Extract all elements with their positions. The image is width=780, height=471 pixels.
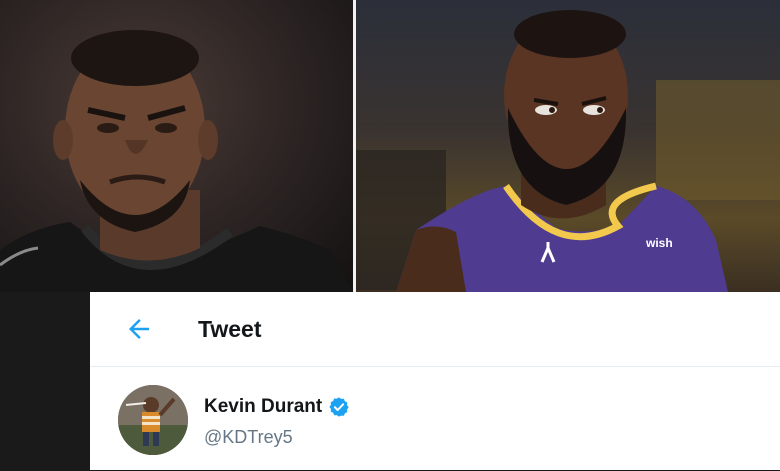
- verified-badge-icon: [329, 397, 349, 417]
- tweet-author: Kevin Durant @KDTrey5: [90, 367, 780, 471]
- tweet-card: Tweet Kevin Durant @KDTrey5: [90, 292, 780, 470]
- page-title: Tweet: [198, 316, 262, 342]
- photo-left-player: B: [0, 0, 353, 292]
- avatar-image: [118, 385, 188, 455]
- author-handle: @KDTrey5: [204, 427, 293, 447]
- jersey-sponsor-text: wish: [646, 236, 673, 250]
- photo-right-player: wish: [356, 0, 780, 292]
- tweet-header: Tweet: [90, 292, 780, 367]
- author-name: Kevin Durant: [204, 396, 323, 417]
- arrow-left-icon[interactable]: [124, 314, 154, 344]
- player-left-illustration: [0, 30, 353, 292]
- author-name-link[interactable]: Kevin Durant: [204, 395, 350, 419]
- avatar[interactable]: [118, 385, 188, 455]
- player-right-illustration: [356, 10, 780, 292]
